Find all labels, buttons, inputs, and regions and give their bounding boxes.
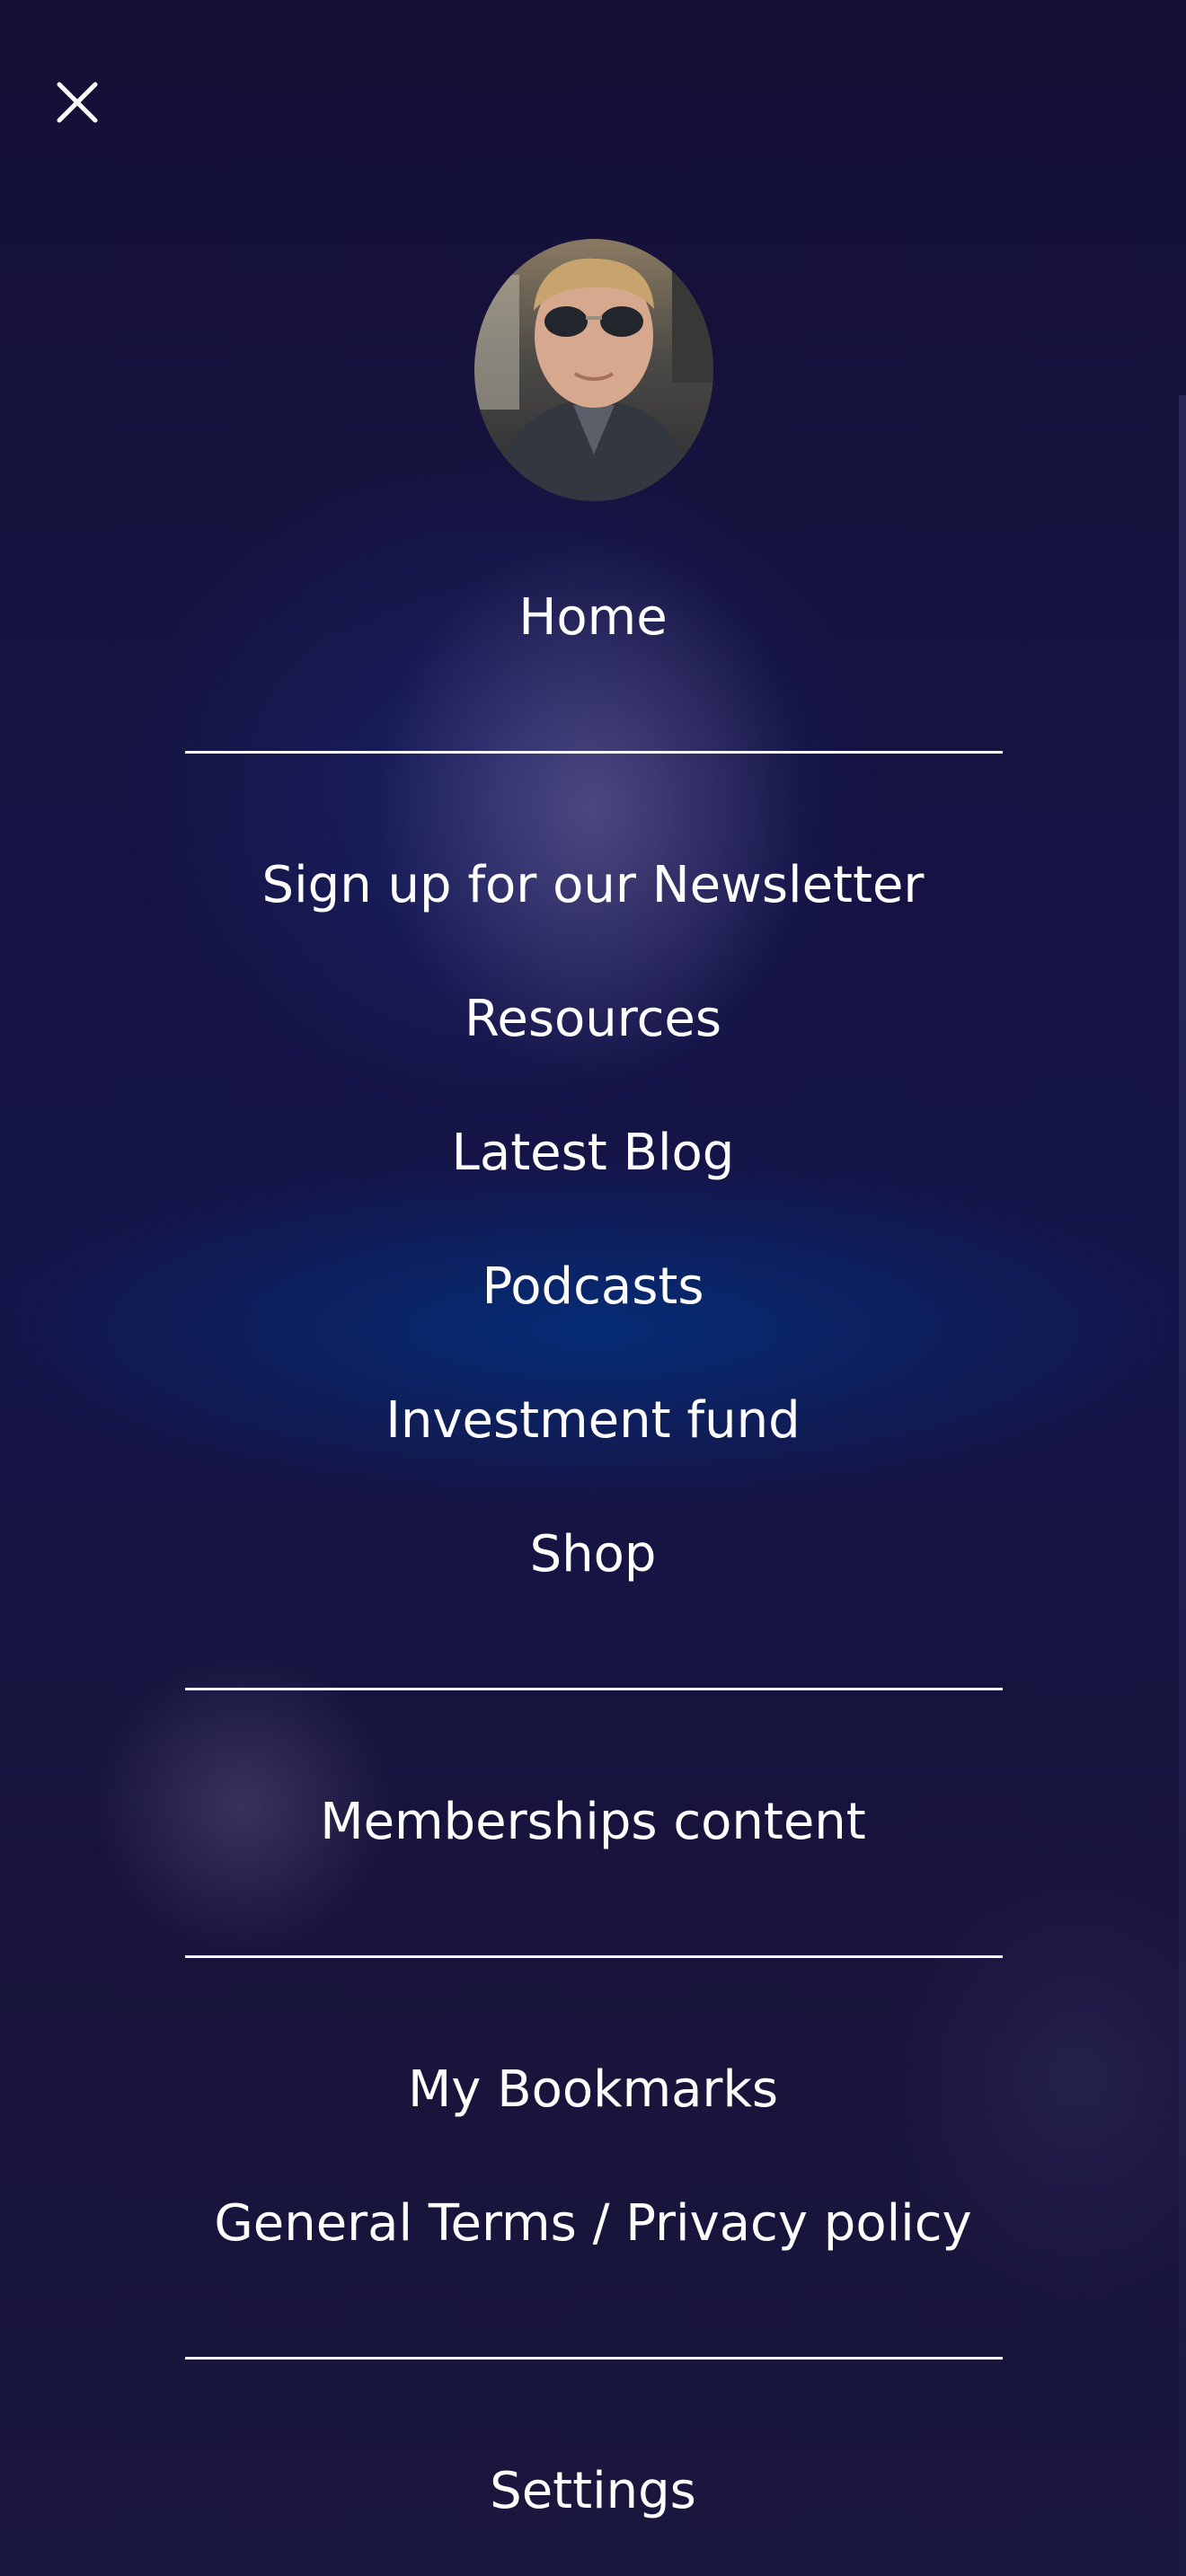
divider — [185, 751, 1003, 754]
menu-item-latest-blog[interactable]: Latest Blog — [0, 1099, 1186, 1207]
menu-item-settings[interactable]: Settings — [0, 2438, 1186, 2545]
menu-item-home[interactable]: Home — [0, 564, 1186, 672]
menu-item-shop[interactable]: Shop — [0, 1501, 1186, 1609]
menu-item-terms-privacy[interactable]: General Terms / Privacy policy — [0, 2170, 1186, 2278]
menu-item-podcasts[interactable]: Podcasts — [0, 1233, 1186, 1341]
divider — [185, 1955, 1003, 1958]
divider — [185, 2357, 1003, 2360]
menu-item-investment-fund[interactable]: Investment fund — [0, 1367, 1186, 1475]
divider — [185, 1688, 1003, 1690]
profile-photo — [474, 239, 713, 501]
avatar[interactable] — [474, 239, 713, 501]
close-button[interactable] — [50, 75, 104, 129]
close-icon — [57, 82, 98, 123]
menu-item-newsletter[interactable]: Sign up for our Newsletter — [0, 832, 1186, 940]
menu-item-bookmarks[interactable]: My Bookmarks — [0, 2036, 1186, 2144]
menu-item-resources[interactable]: Resources — [0, 966, 1186, 1073]
menu-item-memberships[interactable]: Memberships content — [0, 1769, 1186, 1876]
navigation-drawer: Home Sign up for our Newsletter Resource… — [0, 0, 1186, 2576]
